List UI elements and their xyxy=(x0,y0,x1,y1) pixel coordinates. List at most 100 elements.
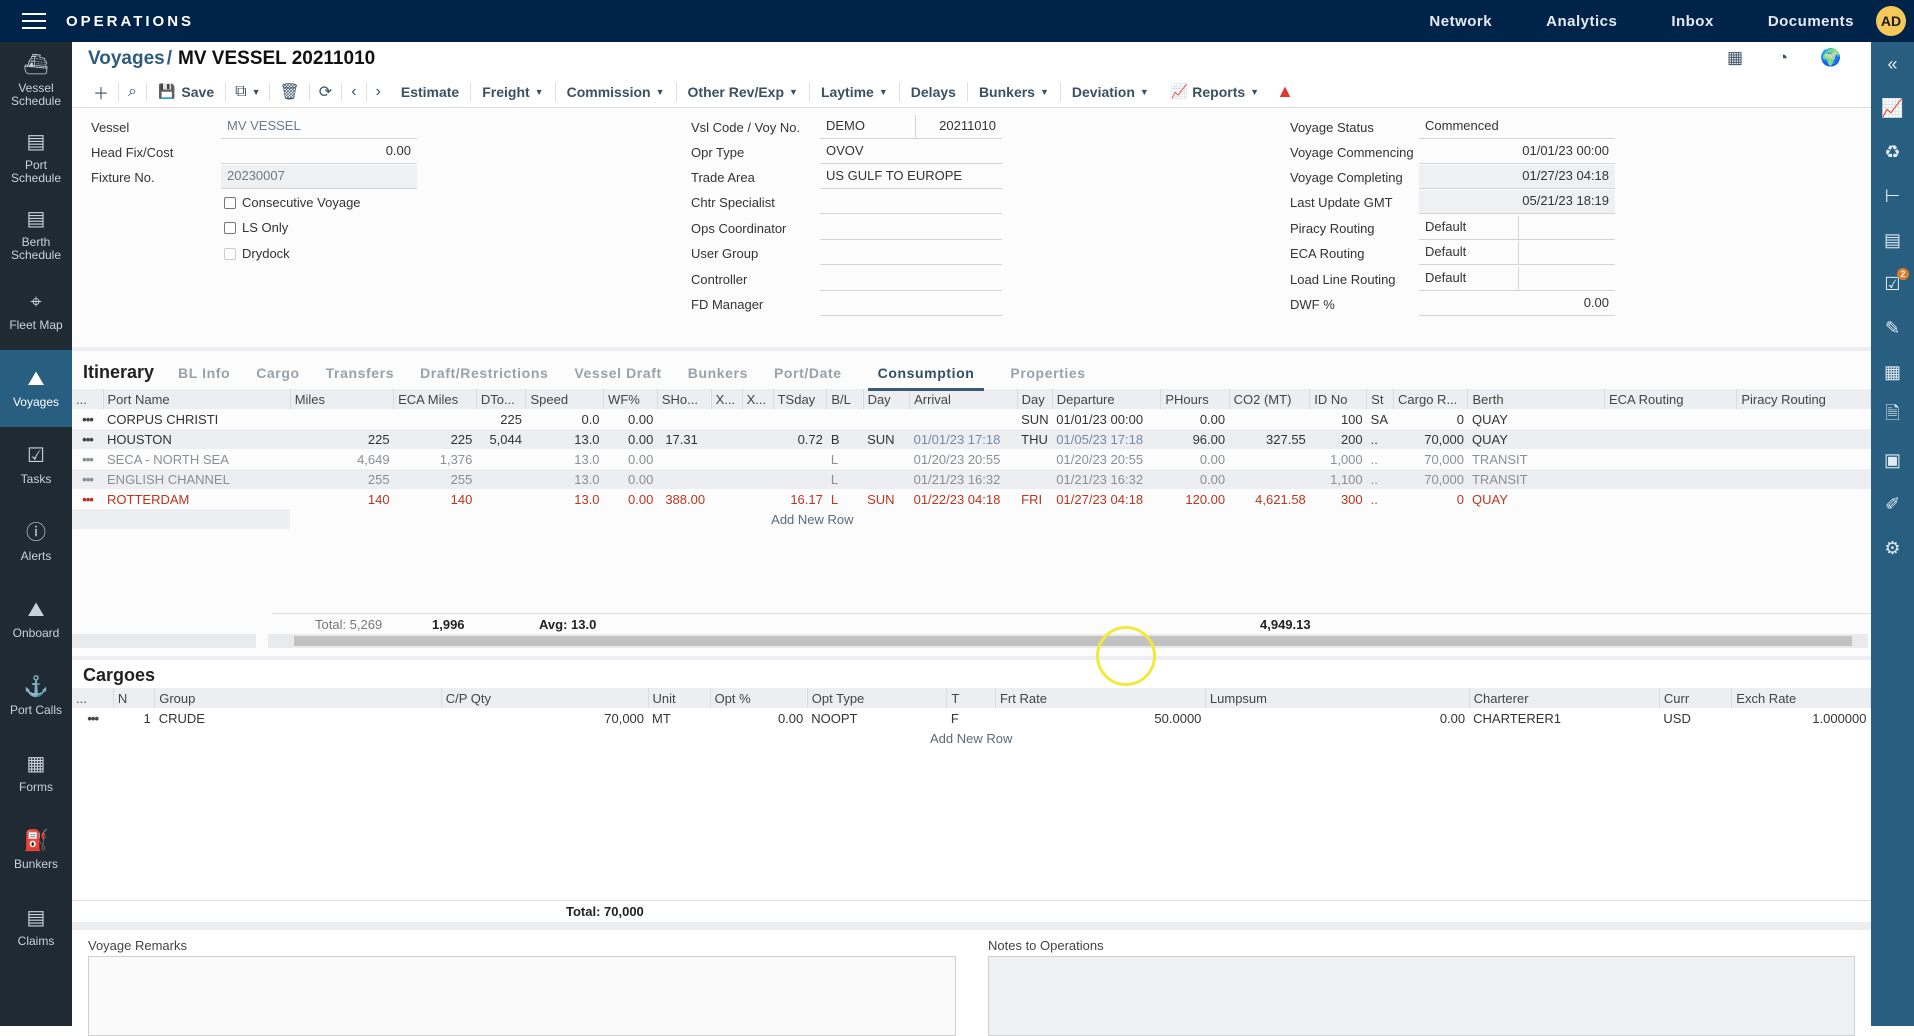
cell-day1[interactable] xyxy=(863,409,910,429)
sidebar-item-claims[interactable]: ▤ Claims xyxy=(0,889,72,966)
column-header[interactable]: Arrival xyxy=(909,389,1018,409)
column-header[interactable]: Day xyxy=(1017,389,1053,409)
cell-arrival[interactable]: 01/20/23 20:55 xyxy=(910,449,1018,469)
cell-cargo[interactable]: 70,000 xyxy=(1393,429,1468,449)
cell-day2[interactable]: THU xyxy=(1017,429,1053,449)
estimate-button[interactable]: Estimate xyxy=(390,81,472,102)
emissions-icon[interactable]: ♻ xyxy=(1871,130,1914,174)
cell-wf[interactable]: 0.00 xyxy=(604,409,658,429)
cell-port[interactable]: CORPUS CHRISTI xyxy=(103,409,290,429)
cell-st[interactable]: .. xyxy=(1366,469,1394,489)
cell-dto[interactable]: 225 xyxy=(476,409,526,429)
cell-phours[interactable]: 0.00 xyxy=(1161,409,1229,429)
tab-bunkers[interactable]: Bunkers xyxy=(688,365,748,383)
cell-day1[interactable] xyxy=(863,469,910,489)
dwf-field[interactable]: 0.00 xyxy=(1419,292,1615,316)
sidebar-item-forms[interactable]: ▦ Forms xyxy=(0,735,72,812)
cell-phours[interactable]: 0.00 xyxy=(1160,469,1230,489)
cell-departure[interactable]: 01/27/23 04:18 xyxy=(1052,489,1161,509)
topnav-documents[interactable]: Documents xyxy=(1768,13,1854,30)
tab-cargo[interactable]: Cargo xyxy=(256,365,299,383)
row-menu-icon[interactable]: ••• xyxy=(72,429,104,449)
cell-arrival[interactable]: 01/21/23 16:32 xyxy=(909,469,1018,489)
cell-co2[interactable] xyxy=(1229,409,1310,429)
column-header[interactable]: WF% xyxy=(603,389,658,409)
save-button[interactable]: 💾 Save xyxy=(147,81,227,102)
cell-bl[interactable] xyxy=(827,409,863,429)
itinerary-add-new-row[interactable]: Add New Row xyxy=(290,509,1870,529)
itinerary-row[interactable]: ••• CORPUS CHRISTI 225 0.0 0.00 SUN 01/01/23 0… xyxy=(72,409,1871,429)
cell-eca[interactable]: 140 xyxy=(394,489,477,509)
cell-n[interactable]: 1 xyxy=(113,708,154,728)
column-header[interactable]: Unit xyxy=(648,688,711,708)
voyage-remarks-textarea[interactable] xyxy=(88,956,956,1036)
itinerary-row[interactable]: ••• SECA - NORTH SEA 4,649 1,376 13.0 0.00 L 01… xyxy=(72,449,1871,469)
cell-departure[interactable]: 01/21/23 16:32 xyxy=(1052,469,1161,489)
cell-x2[interactable] xyxy=(742,409,773,429)
cell-sho[interactable] xyxy=(657,449,711,469)
sidebar-item-fleet-map[interactable]: ⌖ Fleet Map xyxy=(0,273,72,350)
cell-miles[interactable] xyxy=(290,409,393,429)
cell-departure[interactable]: 01/05/23 17:18 xyxy=(1052,429,1161,449)
cell-x1[interactable] xyxy=(711,409,742,429)
eca-routing-extra[interactable] xyxy=(1519,241,1615,265)
commission-menu[interactable]: Commission ▼ xyxy=(556,81,677,102)
column-header[interactable]: Exch Rate xyxy=(1731,688,1871,708)
chart-icon[interactable]: 📈 xyxy=(1871,86,1914,130)
cell-sho[interactable]: 17.31 xyxy=(657,429,712,449)
document-icon[interactable]: 🗎 xyxy=(1871,394,1914,438)
column-header[interactable]: SHo... xyxy=(657,389,712,409)
laytime-menu[interactable]: Laytime ▼ xyxy=(810,81,900,102)
user-group-field[interactable] xyxy=(820,241,1002,265)
voyage-status-field[interactable]: Commenced xyxy=(1419,115,1615,139)
cell-departure[interactable]: 01/01/23 00:00 xyxy=(1052,409,1161,429)
cell-opt[interactable]: 0.00 xyxy=(710,708,807,728)
cell-phours[interactable]: 96.00 xyxy=(1160,429,1230,449)
cell-dto[interactable] xyxy=(476,489,526,509)
column-header[interactable]: C/P Qty xyxy=(441,688,649,708)
load-line-routing-select[interactable]: Default xyxy=(1419,267,1519,291)
delays-button[interactable]: Delays xyxy=(900,81,968,102)
column-header[interactable]: Charterer xyxy=(1469,688,1660,708)
contact-icon[interactable]: ▣ xyxy=(1871,438,1914,482)
cell-port[interactable]: ENGLISH CHANNEL xyxy=(103,469,291,489)
cell-day1[interactable]: SUN xyxy=(863,489,910,509)
cell-tsday[interactable]: 0.72 xyxy=(773,429,827,449)
cell-eca[interactable]: 1,376 xyxy=(394,449,477,469)
chtr-specialist-field[interactable] xyxy=(820,190,1002,214)
column-header[interactable]: Day xyxy=(863,389,911,409)
cell-x1[interactable] xyxy=(711,489,742,509)
cell-qty[interactable]: 70,000 xyxy=(441,708,648,728)
cell-sho[interactable]: 388.00 xyxy=(657,489,711,509)
column-header[interactable]: Miles xyxy=(290,389,395,409)
cell-unit[interactable]: MT xyxy=(648,708,710,728)
row-menu-icon[interactable]: ••• xyxy=(72,449,103,469)
cell-ecar[interactable] xyxy=(1605,489,1737,509)
sidebar-item-port-calls[interactable]: ⚓ Port Calls xyxy=(0,658,72,735)
column-header[interactable]: CO2 (MT) xyxy=(1229,389,1311,409)
column-header[interactable]: ... xyxy=(72,688,114,708)
cell-bl[interactable]: L xyxy=(827,449,863,469)
sidebar-item-tasks[interactable]: ☑ Tasks xyxy=(0,427,72,504)
column-header[interactable]: ... xyxy=(72,389,104,409)
cell-speed[interactable]: 0.0 xyxy=(526,409,604,429)
bunkers-menu[interactable]: Bunkers ▼ xyxy=(968,81,1061,102)
fd-manager-field[interactable] xyxy=(820,292,1002,316)
notebook-icon[interactable]: ✐ xyxy=(1871,482,1914,526)
column-header[interactable]: X... xyxy=(742,389,774,409)
column-header[interactable]: Frt Rate xyxy=(995,688,1206,708)
user-avatar[interactable]: AD xyxy=(1876,6,1906,36)
column-header[interactable]: Lumpsum xyxy=(1205,688,1470,708)
cell-sho[interactable] xyxy=(657,409,711,429)
cell-miles[interactable]: 225 xyxy=(290,429,394,449)
cell-st[interactable]: .. xyxy=(1366,429,1394,449)
cell-eca[interactable] xyxy=(394,409,477,429)
add-icon[interactable]: ＋ xyxy=(84,81,120,103)
cell-lumpsum[interactable]: 0.00 xyxy=(1205,708,1469,728)
copy-menu-icon[interactable]: ⧉ ▼ xyxy=(226,81,271,102)
vessel-field[interactable]: MV VESSEL xyxy=(221,115,417,139)
cell-t[interactable]: F xyxy=(947,708,996,728)
sidebar-item-voyages[interactable]: ⛰ Voyages xyxy=(0,350,72,427)
topnav-analytics[interactable]: Analytics xyxy=(1546,13,1617,30)
column-header[interactable]: DTo... xyxy=(476,389,527,409)
